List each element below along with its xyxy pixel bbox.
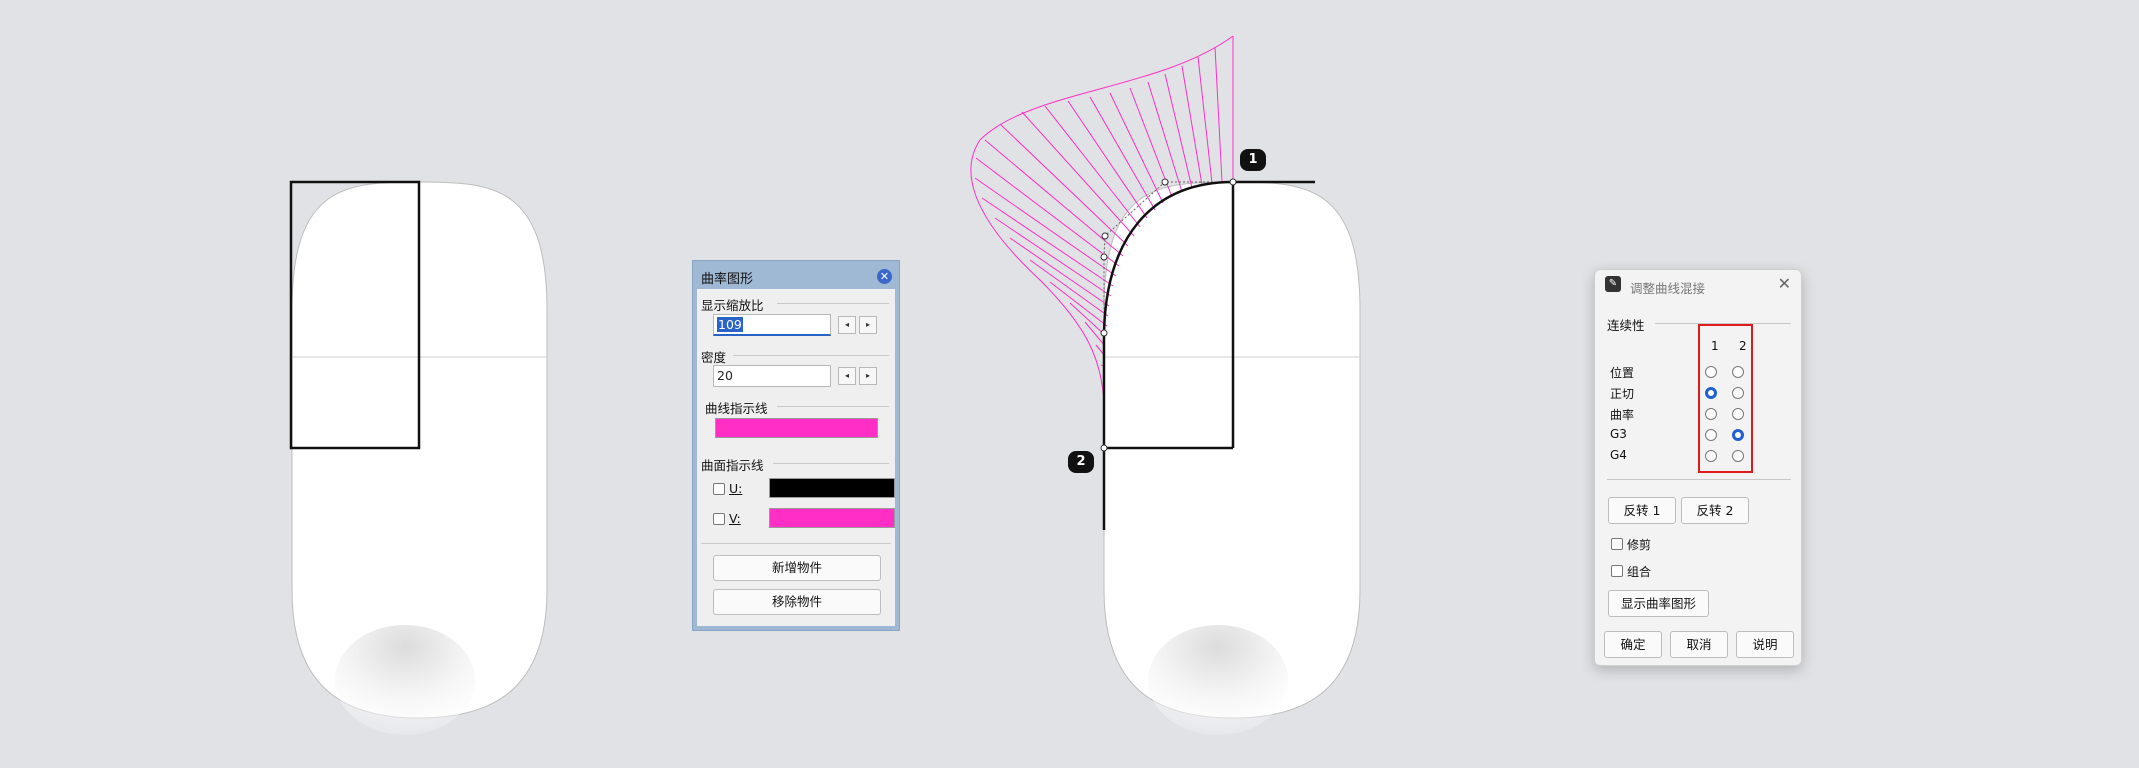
v-label: V: [729, 511, 741, 526]
divider [1607, 479, 1791, 480]
row-label-g4: G4 [1610, 448, 1627, 462]
u-color-swatch[interactable] [769, 478, 895, 498]
g3-end2-radio[interactable] [1732, 429, 1744, 441]
g4-end2-radio[interactable] [1732, 450, 1744, 462]
g4-end1-radio[interactable] [1705, 450, 1717, 462]
divider [733, 355, 889, 356]
tangency-end1-radio[interactable] [1705, 387, 1717, 399]
scale-label: 显示缩放比 [701, 298, 764, 313]
row-label-curvature: 曲率 [1610, 408, 1635, 422]
close-icon[interactable]: ✕ [1778, 274, 1791, 293]
trim-label: 修剪 [1627, 538, 1652, 552]
help-button[interactable]: 说明 [1736, 631, 1794, 658]
u-checkbox[interactable] [713, 483, 725, 495]
curve-hair-color-swatch[interactable] [715, 418, 878, 438]
curvature-graph-panel: 曲率图形 ✕ 显示缩放比 109 ◂ ▸ 密度 20 ◂ ▸ 曲线指示线 曲面指… [692, 260, 900, 631]
divider [777, 303, 889, 304]
density-input[interactable]: 20 [713, 365, 831, 387]
surface-hair-label: 曲面指示线 [701, 458, 764, 473]
density-value: 20 [717, 368, 733, 383]
curvature-end2-radio[interactable] [1732, 408, 1744, 420]
ok-button[interactable]: 确定 [1604, 631, 1662, 658]
continuity-label: 连续性 [1607, 318, 1645, 333]
row-label-position: 位置 [1610, 366, 1635, 380]
show-curvature-graph-button[interactable]: 显示曲率图形 [1608, 590, 1709, 617]
scale-value: 109 [717, 317, 743, 332]
add-objects-button[interactable]: 新增物件 [713, 555, 881, 581]
curve-hair-label: 曲线指示线 [705, 401, 768, 416]
panel-body: 显示缩放比 109 ◂ ▸ 密度 20 ◂ ▸ 曲线指示线 曲面指示线 U: V… [697, 289, 895, 626]
tangency-end2-radio[interactable] [1732, 387, 1744, 399]
row-label-tangency: 正切 [1610, 387, 1635, 401]
close-icon[interactable]: ✕ [877, 269, 892, 284]
trim-checkbox[interactable] [1611, 538, 1623, 550]
divider [701, 543, 891, 544]
divider [777, 406, 889, 407]
panel-title: 曲率图形 [701, 272, 754, 287]
modeling-viewport[interactable] [0, 0, 2139, 768]
scale-increment-button[interactable]: ▸ [859, 316, 877, 334]
reverse-2-button[interactable]: 反转 2 [1681, 497, 1749, 524]
cancel-button[interactable]: 取消 [1670, 631, 1728, 658]
u-label: U: [729, 481, 743, 496]
end-2-column-header: 2 [1739, 339, 1747, 353]
density-increment-button[interactable]: ▸ [859, 367, 877, 385]
join-checkbox[interactable] [1611, 565, 1623, 577]
reverse-1-button[interactable]: 反转 1 [1608, 497, 1676, 524]
curvature-end1-radio[interactable] [1705, 408, 1717, 420]
position-end1-radio[interactable] [1705, 366, 1717, 378]
dialog-title: 调整曲线混接 [1630, 281, 1706, 296]
scale-decrement-button[interactable]: ◂ [838, 316, 856, 334]
density-decrement-button[interactable]: ◂ [838, 367, 856, 385]
v-checkbox[interactable] [713, 513, 725, 525]
adjust-curve-blend-dialog: ✎ 调整曲线混接 ✕ 连续性 1 2 位置 正切 曲率 G3 G4 反转 1 反… [1594, 269, 1802, 666]
join-label: 组合 [1627, 565, 1652, 579]
end-1-badge: 1 [1240, 149, 1266, 171]
scale-input[interactable]: 109 [713, 314, 831, 336]
end-1-column-header: 1 [1711, 339, 1719, 353]
remove-objects-button[interactable]: 移除物件 [713, 589, 881, 615]
position-end2-radio[interactable] [1732, 366, 1744, 378]
v-color-swatch[interactable] [769, 508, 895, 528]
divider [773, 463, 889, 464]
app-icon: ✎ [1605, 276, 1621, 292]
row-label-g3: G3 [1610, 427, 1627, 441]
g3-end1-radio[interactable] [1705, 429, 1717, 441]
end-2-badge: 2 [1068, 451, 1094, 473]
density-label: 密度 [701, 350, 727, 365]
